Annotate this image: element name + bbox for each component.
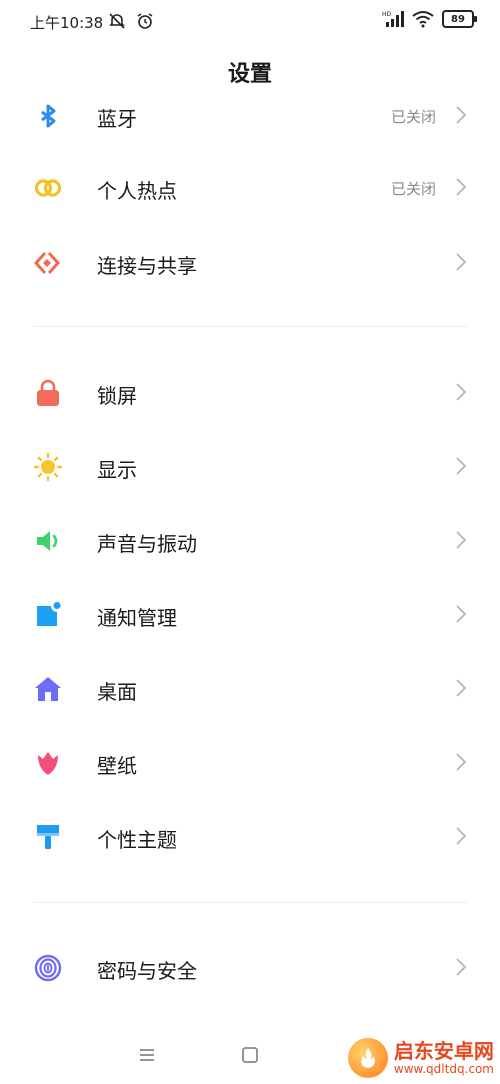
section-divider bbox=[33, 326, 467, 327]
settings-item-value: 已关闭 bbox=[390, 180, 436, 198]
settings-item-label: 蓝牙 bbox=[97, 107, 137, 131]
watermark-title: 启东安卓网 bbox=[393, 1039, 494, 1063]
settings-item-label: 桌面 bbox=[97, 680, 137, 704]
header-mask bbox=[0, 90, 500, 102]
chevron-right-icon bbox=[456, 457, 467, 475]
settings-item-wallpaper[interactable]: 壁纸 bbox=[0, 733, 500, 793]
sun-icon bbox=[34, 453, 62, 481]
settings-item-lock-screen[interactable]: 锁屏 bbox=[0, 363, 500, 423]
chevron-right-icon bbox=[456, 178, 467, 196]
connection-share-icon bbox=[34, 251, 61, 275]
settings-item-label: 个人热点 bbox=[97, 179, 177, 203]
status-bar: 上午10:38 HD 89 bbox=[0, 0, 500, 44]
fingerprint-icon bbox=[34, 954, 62, 982]
section-divider bbox=[33, 902, 467, 903]
settings-item-password-security[interactable]: 密码与安全 bbox=[0, 938, 500, 998]
chevron-right-icon bbox=[456, 679, 467, 697]
settings-item-label: 壁纸 bbox=[97, 754, 137, 778]
alarm-icon bbox=[137, 13, 153, 29]
chevron-right-icon bbox=[456, 531, 467, 549]
watermark-logo bbox=[347, 1038, 388, 1078]
settings-item-sound-vibration[interactable]: 声音与振动 bbox=[0, 511, 500, 571]
lock-icon bbox=[37, 379, 59, 406]
home-icon bbox=[35, 677, 61, 701]
settings-item-connection-share[interactable]: 连接与共享 bbox=[0, 233, 500, 293]
do-not-disturb-icon bbox=[109, 13, 125, 29]
status-icons-right: HD 89 bbox=[382, 10, 477, 28]
signal-icon: HD bbox=[382, 11, 404, 27]
speaker-icon bbox=[37, 531, 58, 551]
status-icons-left bbox=[108, 12, 154, 30]
settings-item-label: 通知管理 bbox=[97, 606, 177, 630]
battery-level: 89 bbox=[451, 13, 465, 25]
notification-icon bbox=[37, 602, 61, 626]
settings-item-label: 显示 bbox=[97, 458, 137, 482]
settings-item-value: 已关闭 bbox=[390, 108, 436, 126]
chevron-right-icon bbox=[456, 106, 467, 124]
settings-item-label: 声音与振动 bbox=[97, 532, 197, 556]
bluetooth-icon bbox=[41, 104, 56, 128]
watermark-url: www.qdltdq.com bbox=[393, 1062, 494, 1076]
brush-icon bbox=[37, 825, 59, 849]
wifi-icon bbox=[412, 11, 434, 28]
settings-item-notifications[interactable]: 通知管理 bbox=[0, 585, 500, 645]
chevron-right-icon bbox=[456, 383, 467, 401]
svg-text:HD: HD bbox=[382, 11, 392, 18]
status-time: 上午10:38 bbox=[30, 14, 104, 32]
settings-item-desktop[interactable]: 桌面 bbox=[0, 659, 500, 719]
settings-item-label: 锁屏 bbox=[97, 384, 137, 408]
settings-item-display[interactable]: 显示 bbox=[0, 437, 500, 497]
watermark-text: 启东安卓网 www.qdltdq.com bbox=[394, 1040, 494, 1076]
flame-logo-icon bbox=[361, 1048, 375, 1068]
chevron-right-icon bbox=[456, 753, 467, 771]
watermark: 启东安卓网 www.qdltdq.com bbox=[347, 1038, 494, 1078]
menu-icon[interactable] bbox=[134, 1042, 160, 1068]
settings-item-label: 个性主题 bbox=[97, 828, 177, 852]
settings-item-label: 密码与安全 bbox=[97, 959, 197, 983]
chevron-right-icon bbox=[456, 253, 467, 271]
chevron-right-icon bbox=[456, 605, 467, 623]
battery-indicator: 89 bbox=[442, 10, 477, 28]
settings-item-theme[interactable]: 个性主题 bbox=[0, 807, 500, 867]
page-title: 设置 bbox=[227, 62, 272, 87]
home-button-icon[interactable] bbox=[237, 1042, 263, 1068]
hotspot-icon bbox=[34, 179, 62, 197]
settings-item-label: 连接与共享 bbox=[97, 254, 197, 278]
tulip-icon bbox=[38, 752, 58, 775]
chevron-right-icon bbox=[456, 958, 467, 976]
chevron-right-icon bbox=[456, 827, 467, 845]
settings-item-hotspot[interactable]: 个人热点 已关闭 bbox=[0, 158, 500, 218]
